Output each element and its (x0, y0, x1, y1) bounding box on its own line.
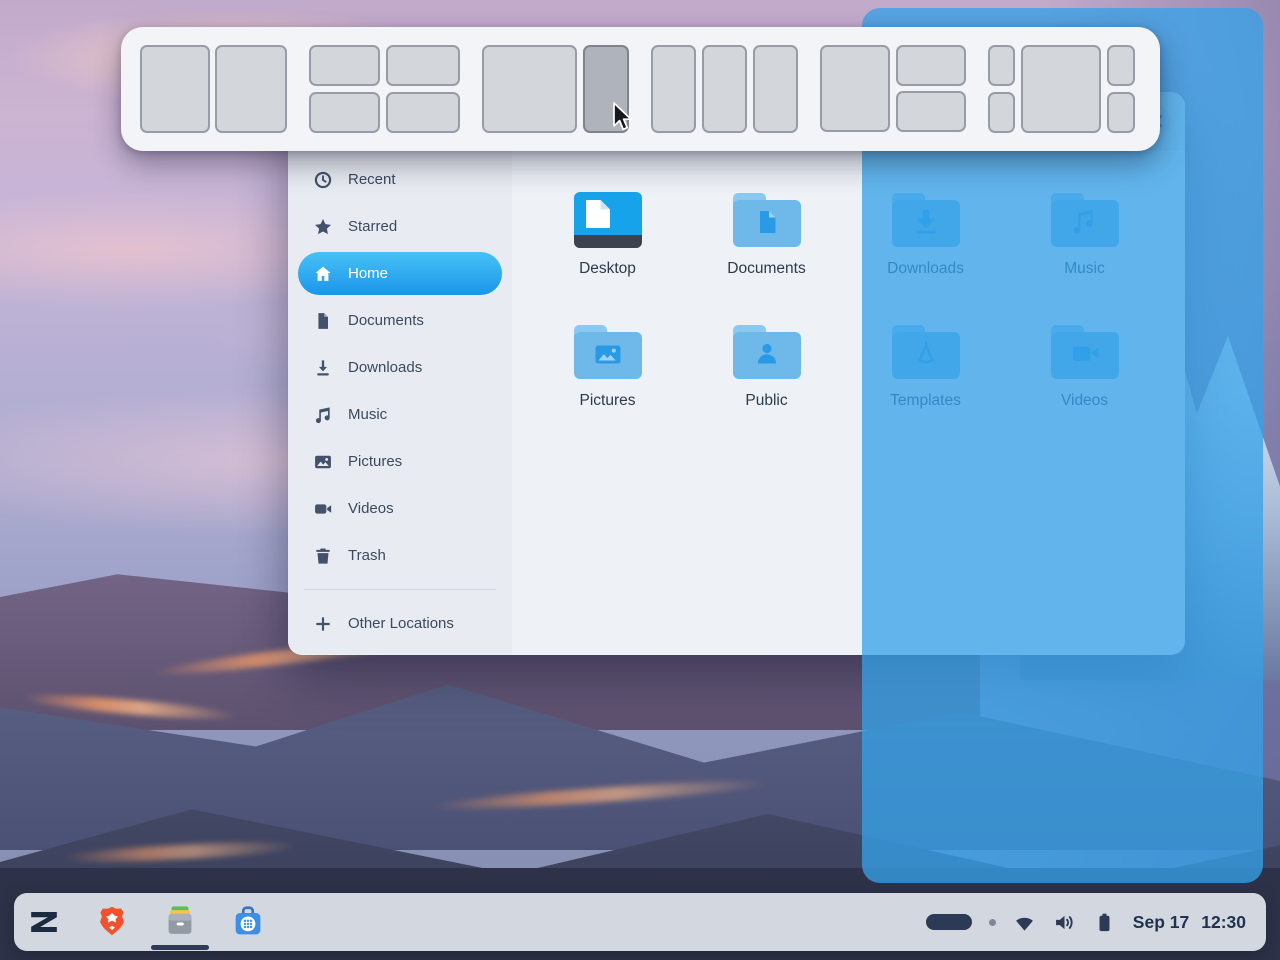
tiling-option-two-thirds-one-third (482, 45, 629, 133)
home-icon (313, 264, 333, 284)
sidebar-item-label: Starred (348, 218, 397, 235)
plus-icon (313, 614, 333, 634)
brave-browser-button[interactable] (88, 894, 136, 950)
file-item-label: Public (745, 392, 787, 410)
tiling-cell-right-top-quarter[interactable] (896, 45, 966, 86)
sidebar-item-label: Other Locations (348, 615, 454, 632)
active-app-indicator (151, 945, 209, 950)
tiling-cell-right-bottom-quarter[interactable] (896, 91, 966, 132)
document-icon (313, 311, 333, 331)
volume-icon[interactable] (1053, 911, 1076, 934)
files-sidebar: Recent Starred Home Documents Downloads Music… (288, 150, 512, 654)
clock-icon (313, 170, 333, 190)
tiling-cell-right-third-highlighted[interactable] (583, 45, 629, 133)
window-tiling-popup (121, 27, 1160, 151)
tiling-cell-center-column[interactable] (702, 45, 747, 133)
tiling-cell-right-bottom[interactable] (1107, 92, 1135, 133)
sidebar-item-starred[interactable]: Starred (298, 205, 502, 248)
image-icon (313, 452, 333, 472)
trash-icon (313, 546, 333, 566)
taskbar: Sep 17 12:30 (14, 893, 1266, 951)
tiling-cell-left-half[interactable] (820, 45, 890, 132)
music-note-icon (313, 405, 333, 425)
file-item-pictures[interactable]: Pictures (528, 320, 687, 418)
sidebar-item-label: Videos (348, 500, 394, 517)
zorin-menu-icon (25, 903, 63, 941)
file-manager-button[interactable] (156, 894, 204, 950)
file-item-desktop[interactable]: Desktop (528, 188, 687, 286)
battery-pill-icon[interactable] (926, 914, 972, 930)
sidebar-item-downloads[interactable]: Downloads (298, 346, 502, 389)
tiling-option-center-focus (988, 45, 1135, 133)
tiling-cell-left-column[interactable] (651, 45, 696, 133)
sidebar-item-label: Pictures (348, 453, 402, 470)
sidebar-item-label: Documents (348, 312, 424, 329)
tiling-cell-left-bottom[interactable] (988, 92, 1015, 133)
file-item-label: Desktop (579, 260, 636, 278)
taskbar-apps (20, 894, 292, 950)
tiling-option-half-right-stack (820, 45, 966, 133)
sidebar-item-pictures[interactable]: Pictures (298, 440, 502, 483)
sidebar-item-label: Music (348, 406, 387, 423)
sidebar-separator (304, 589, 496, 590)
file-item-documents[interactable]: Documents (687, 188, 846, 286)
sidebar-item-documents[interactable]: Documents (298, 299, 502, 342)
indicator-dot-icon[interactable] (989, 919, 996, 926)
sidebar-item-trash[interactable]: Trash (298, 534, 502, 577)
tiling-cell-top-right-quarter[interactable] (386, 45, 460, 86)
desktop-icon (569, 188, 647, 252)
folder-public-icon (728, 320, 806, 384)
sidebar-item-label: Downloads (348, 359, 422, 376)
sidebar-item-other-locations[interactable]: Other Locations (298, 602, 502, 645)
tiling-cell-right-column[interactable] (753, 45, 798, 133)
tiling-cell-left-half[interactable] (140, 45, 210, 133)
file-item-label: Documents (727, 260, 805, 278)
star-icon (313, 217, 333, 237)
sidebar-item-label: Recent (348, 171, 396, 188)
taskbar-clock[interactable]: Sep 17 12:30 (1133, 912, 1246, 933)
brave-browser-icon (93, 903, 131, 941)
sidebar-item-music[interactable]: Music (298, 393, 502, 436)
software-store-button[interactable] (224, 894, 272, 950)
sidebar-item-recent[interactable]: Recent (298, 158, 502, 201)
tiling-cell-center-wide[interactable] (1021, 45, 1101, 133)
file-item-public[interactable]: Public (687, 320, 846, 418)
file-item-label: Pictures (580, 392, 636, 410)
taskbar-date: Sep 17 (1133, 912, 1189, 933)
tiling-cell-left-top[interactable] (988, 45, 1015, 86)
tiling-option-three-columns (651, 45, 798, 133)
tiling-option-halves (140, 45, 287, 133)
tiling-cell-top-left-quarter[interactable] (309, 45, 380, 86)
folder-pictures-icon (569, 320, 647, 384)
tiling-cell-left-two-thirds[interactable] (482, 45, 577, 133)
tiling-option-quarters (309, 45, 460, 133)
battery-icon[interactable] (1093, 911, 1116, 934)
tiling-cell-bottom-left-quarter[interactable] (309, 92, 380, 133)
tiling-cell-right-top[interactable] (1107, 45, 1135, 86)
taskbar-time: 12:30 (1201, 912, 1246, 933)
zorin-menu-button[interactable] (20, 894, 68, 950)
tray-icons (926, 911, 1116, 934)
download-icon (313, 358, 333, 378)
sidebar-item-label: Home (348, 265, 388, 282)
sidebar-item-videos[interactable]: Videos (298, 487, 502, 530)
sidebar-item-home[interactable]: Home (298, 252, 502, 295)
tiling-cell-bottom-right-quarter[interactable] (386, 92, 460, 133)
wifi-icon[interactable] (1013, 911, 1036, 934)
file-manager-icon (161, 903, 199, 941)
sidebar-item-label: Trash (348, 547, 386, 564)
video-camera-icon (313, 499, 333, 519)
system-tray: Sep 17 12:30 (926, 911, 1246, 934)
software-store-icon (229, 903, 267, 941)
tiling-cell-right-half[interactable] (215, 45, 287, 133)
folder-documents-icon (728, 188, 806, 252)
